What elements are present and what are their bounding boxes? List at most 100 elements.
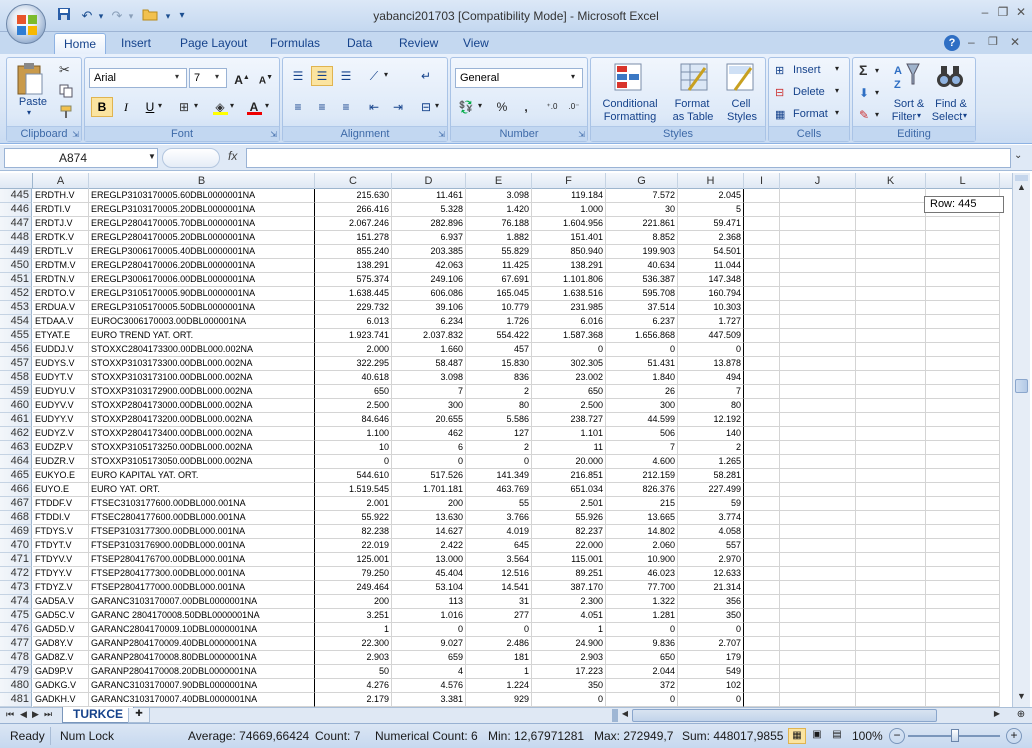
cell-k[interactable] <box>856 511 926 525</box>
cell-a[interactable]: ERDTI.V <box>33 203 89 217</box>
cell-f[interactable]: 231.985 <box>532 301 606 315</box>
cell-g[interactable]: 199.903 <box>606 245 678 259</box>
cell-f[interactable]: 1.604.956 <box>532 217 606 231</box>
row-header[interactable]: 456 <box>0 343 32 357</box>
cell-l[interactable] <box>926 343 1000 357</box>
cell-k[interactable] <box>856 651 926 665</box>
insert-function-button[interactable]: fx <box>228 149 237 163</box>
cell-k[interactable] <box>856 455 926 469</box>
row-header[interactable]: 472 <box>0 567 32 581</box>
cell-f[interactable]: 1 <box>532 623 606 637</box>
cell-l[interactable] <box>926 651 1000 665</box>
tab-home[interactable]: Home <box>54 33 107 54</box>
cell-c[interactable]: 0 <box>315 455 392 469</box>
bold-button[interactable]: B <box>91 97 113 117</box>
cell-l[interactable] <box>926 539 1000 553</box>
cell-b[interactable]: STOXXP3105173250.00DBL000.002NA <box>89 441 315 455</box>
decrease-decimal-icon[interactable]: .0⁻ <box>563 97 585 117</box>
cell-i[interactable] <box>744 637 780 651</box>
cell-a[interactable]: ERDTN.V <box>33 273 89 287</box>
cell-e[interactable]: 80 <box>466 399 532 413</box>
borders-icon[interactable]: ⊞ <box>173 97 195 117</box>
cell-f[interactable]: 0 <box>532 343 606 357</box>
cell-a[interactable]: EUYO.E <box>33 483 89 497</box>
increase-indent-icon[interactable]: ⇥ <box>387 97 409 117</box>
cell-f[interactable]: 4.051 <box>532 609 606 623</box>
cell-f[interactable]: 2.300 <box>532 595 606 609</box>
cell-d[interactable]: 517.526 <box>392 469 466 483</box>
cell-k[interactable] <box>856 343 926 357</box>
cell-k[interactable] <box>856 441 926 455</box>
cell-g[interactable]: 0 <box>606 693 678 707</box>
cell-l[interactable] <box>926 441 1000 455</box>
sort-filter-dropdown-icon[interactable]: ▾ <box>917 111 921 120</box>
cell-h[interactable]: 1.265 <box>678 455 744 469</box>
cell-d[interactable]: 6.937 <box>392 231 466 245</box>
cell-a[interactable]: FTDDF.V <box>33 497 89 511</box>
workbook-restore-icon[interactable]: ❐ <box>988 35 998 48</box>
cell-d[interactable]: 6 <box>392 441 466 455</box>
cell-h[interactable]: 140 <box>678 427 744 441</box>
row-header[interactable]: 457 <box>0 357 32 371</box>
insert-cells-button[interactable]: Insert <box>793 64 821 76</box>
cell-g[interactable]: 0 <box>606 343 678 357</box>
formula-bar-resize-handle[interactable] <box>162 148 220 168</box>
cell-i[interactable] <box>744 259 780 273</box>
cell-k[interactable] <box>856 231 926 245</box>
scroll-left-icon[interactable]: ◀ <box>620 709 630 722</box>
cell-c[interactable]: 215.630 <box>315 189 392 203</box>
cell-d[interactable]: 5.328 <box>392 203 466 217</box>
first-sheet-icon[interactable]: ⏮ <box>6 709 14 720</box>
cell-styles-icon[interactable] <box>725 62 755 95</box>
cell-i[interactable] <box>744 371 780 385</box>
cell-k[interactable] <box>856 357 926 371</box>
format-painter-icon[interactable] <box>59 105 73 122</box>
cell-h[interactable]: 179 <box>678 651 744 665</box>
tab-data[interactable]: Data <box>338 33 381 54</box>
cell-j[interactable] <box>780 483 856 497</box>
cell-e[interactable]: 929 <box>466 693 532 707</box>
column-header-f[interactable]: F <box>532 173 606 189</box>
cell-c[interactable]: 200 <box>315 595 392 609</box>
cell-j[interactable] <box>780 371 856 385</box>
font-name-combo[interactable]: Arial <box>89 68 187 88</box>
cell-f[interactable]: 350 <box>532 679 606 693</box>
cell-i[interactable] <box>744 385 780 399</box>
cell-i[interactable] <box>744 189 780 203</box>
cell-i[interactable] <box>744 287 780 301</box>
row-header[interactable]: 478 <box>0 651 32 665</box>
format-as-table-label[interactable]: Format <box>671 98 713 110</box>
cell-e[interactable]: 14.541 <box>466 581 532 595</box>
restore-icon[interactable]: ❐ <box>994 5 1012 21</box>
cell-b[interactable]: EURO YAT. ORT. <box>89 483 315 497</box>
cell-b[interactable]: EREGLP3105170005.50DBL0000001NA <box>89 301 315 315</box>
cell-b[interactable]: EREGLP3103170005.20DBL0000001NA <box>89 203 315 217</box>
cell-k[interactable] <box>856 665 926 679</box>
clear-dropdown-icon[interactable]: ▾ <box>875 110 879 119</box>
cell-g[interactable]: 212.159 <box>606 469 678 483</box>
cell-f[interactable]: 1.101.806 <box>532 273 606 287</box>
row-header[interactable]: 480 <box>0 679 32 693</box>
cell-l[interactable] <box>926 301 1000 315</box>
cell-d[interactable]: 606.086 <box>392 287 466 301</box>
row-header[interactable]: 475 <box>0 609 32 623</box>
close-icon[interactable]: ✕ <box>1012 5 1030 21</box>
cell-f[interactable]: 22.000 <box>532 539 606 553</box>
cell-i[interactable] <box>744 553 780 567</box>
cell-f[interactable]: 20.000 <box>532 455 606 469</box>
cell-e[interactable]: 181 <box>466 651 532 665</box>
cell-l[interactable] <box>926 679 1000 693</box>
cell-j[interactable] <box>780 679 856 693</box>
cell-g[interactable]: 6.237 <box>606 315 678 329</box>
cell-i[interactable] <box>744 441 780 455</box>
fill-color-icon[interactable]: ◈ <box>209 97 231 117</box>
row-header[interactable]: 466 <box>0 483 32 497</box>
cell-b[interactable]: GARANP2804170008.80DBL0000001NA <box>89 651 315 665</box>
cell-f[interactable]: 2.500 <box>532 399 606 413</box>
cell-a[interactable]: EUKYO.E <box>33 469 89 483</box>
cell-k[interactable] <box>856 427 926 441</box>
sort-filter-label-2[interactable]: Filter <box>887 111 921 123</box>
cell-g[interactable]: 0 <box>606 623 678 637</box>
cell-b[interactable]: FTSEP3103176900.00DBL000.001NA <box>89 539 315 553</box>
cell-a[interactable]: EUDYY.V <box>33 413 89 427</box>
